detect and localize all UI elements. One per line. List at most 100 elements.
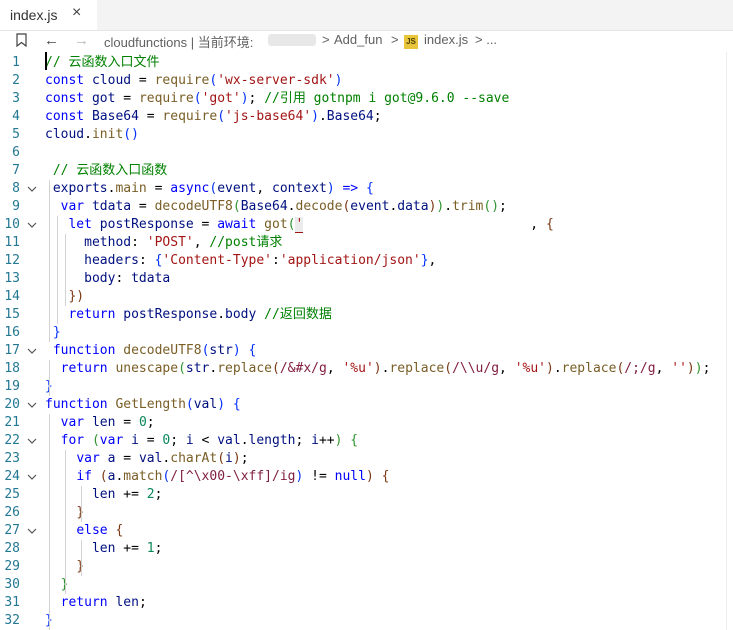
code-token: .	[287, 199, 296, 214]
close-icon[interactable]: ×	[72, 4, 81, 22]
line-number: 3	[12, 91, 20, 106]
code-line[interactable]: 8 exports.main = async(event, context) =…	[0, 180, 733, 198]
code-line[interactable]: 11 method: 'POST', //post请求	[0, 234, 733, 252]
code-line[interactable]: 13 body: tdata	[0, 270, 733, 288]
code-line[interactable]: 19}	[0, 378, 733, 396]
code-token: ;	[702, 361, 711, 376]
code-line[interactable]: 29 }	[0, 558, 733, 576]
code-token: .	[318, 109, 327, 124]
code-line[interactable]: 18 return unescape(str.replace(/&#x/g, '…	[0, 360, 733, 378]
code-token: =	[131, 73, 155, 88]
line-number: 8	[12, 181, 20, 196]
line-number: 20	[4, 397, 20, 412]
code-token: i	[131, 433, 139, 448]
breadcrumb-file[interactable]: index.js	[424, 32, 468, 47]
code-token: replace	[561, 361, 617, 376]
code-line[interactable]: 22 for (var i = 0; i < val.length; i++) …	[0, 432, 733, 450]
code-line[interactable]: 31 return len;	[0, 594, 733, 612]
line-number: 11	[4, 235, 20, 250]
code-line[interactable]: 10 let postResponse = await got(' , {	[0, 216, 733, 234]
tab-index-js[interactable]: index.js ×	[0, 0, 97, 30]
code-token: 'POST'	[146, 235, 194, 250]
code-token: // 云函数入口函数	[45, 163, 168, 178]
code-token: {	[232, 397, 241, 412]
code-token: for	[60, 433, 92, 448]
code-line[interactable]: 1 // 云函数入口文件	[0, 54, 733, 72]
code-line[interactable]: 21 var len = 0;	[0, 414, 733, 432]
code-token: var	[60, 415, 92, 430]
code-line[interactable]: 20 function GetLength(val) {	[0, 396, 733, 414]
code-token: await	[217, 217, 265, 232]
bookmark-icon[interactable]	[16, 33, 27, 50]
line-number: 6	[12, 145, 20, 160]
code-line[interactable]: 28 len += 1;	[0, 540, 733, 558]
code-text: const got = require('got'); //引用 gotnpm …	[45, 90, 509, 108]
code-token: val	[217, 433, 241, 448]
code-text: function GetLength(val) {	[45, 396, 241, 414]
code-line[interactable]: 14 })	[0, 288, 733, 306]
tab-label: index.js	[10, 7, 58, 23]
code-token: ;	[154, 487, 163, 502]
code-token: null	[334, 469, 366, 484]
code-token: var	[76, 451, 108, 466]
code-token: =	[131, 199, 155, 214]
code-line[interactable]: 4 const Base64 = require('js-base64').Bas…	[0, 108, 733, 126]
code-token: init	[91, 127, 124, 142]
code-token: .	[217, 307, 226, 322]
code-line[interactable]: 16 }	[0, 324, 733, 342]
line-number: 27	[4, 523, 20, 538]
line-number: 24	[4, 469, 20, 484]
code-token: =	[115, 415, 139, 430]
code-editor[interactable]: 1// 云函数入口文件 2 const cloud = require('wx-se…	[0, 52, 733, 630]
code-line[interactable]: 12 headers: {'Content-Type':'application…	[0, 252, 733, 270]
code-token: exports	[52, 181, 108, 196]
code-line[interactable]: 26 }	[0, 504, 733, 522]
code-text: body: tdata	[45, 270, 170, 288]
code-text: // 云函数入口函数	[45, 162, 168, 180]
code-line[interactable]: 15 return postResponse.body //返回数据	[0, 306, 733, 324]
code-line[interactable]: 24 if (a.match(/[^\x00-\xff]/ig) != null…	[0, 468, 733, 486]
code-token: ;	[138, 595, 147, 610]
code-token: event	[350, 199, 390, 214]
code-token: 1	[146, 541, 155, 556]
code-line[interactable]: 23 var a = val.charAt(i);	[0, 450, 733, 468]
code-token: .	[444, 199, 453, 214]
code-line[interactable]: 2 const cloud = require('wx-server-sdk')	[0, 72, 733, 90]
indent-guide	[81, 486, 82, 522]
code-line[interactable]: 32}	[0, 612, 733, 630]
code-line[interactable]: 25 len += 2;	[0, 486, 733, 504]
code-token: i	[311, 433, 319, 448]
breadcrumb-more[interactable]: > ...	[475, 32, 497, 47]
code-token: event	[217, 181, 257, 196]
code-text: const cloud = require('wx-server-sdk')	[45, 72, 342, 90]
code-line[interactable]: 27 else {	[0, 522, 733, 540]
code-token: body	[84, 271, 116, 286]
breadcrumb-separator: >	[391, 32, 399, 47]
code-token: )	[217, 397, 226, 412]
code-token: (	[91, 433, 100, 448]
code-token: postResponse	[99, 217, 194, 232]
code-line[interactable]: 6	[0, 144, 733, 162]
code-token: ,	[499, 361, 515, 376]
code-token: len	[91, 487, 116, 502]
code-token: {	[115, 523, 124, 538]
code-line[interactable]: 9 var tdata = decodeUTF8(Base64.decode(e…	[0, 198, 733, 216]
code-line[interactable]: 5 cloud.init()	[0, 126, 733, 144]
code-line[interactable]: 7 // 云函数入口函数	[0, 162, 733, 180]
code-token: return	[68, 307, 124, 322]
breadcrumb-path-root[interactable]: cloudfunctions | 当前环境:	[104, 32, 253, 51]
breadcrumb-folder[interactable]: Add_fun	[334, 32, 382, 47]
code-token: tdata	[131, 271, 171, 286]
forward-arrow-icon[interactable]: →	[74, 32, 89, 49]
back-arrow-icon[interactable]: ←	[44, 32, 59, 49]
code-token: .	[84, 127, 92, 142]
line-number: 13	[4, 271, 20, 286]
code-token: 'got'	[201, 91, 241, 106]
code-text: cloud.init()	[45, 126, 139, 144]
code-line[interactable]: 17 function decodeUTF8(str) {	[0, 342, 733, 360]
code-line[interactable]: 3 const got = require('got'); //引用 gotnpm…	[0, 90, 733, 108]
code-line[interactable]: 30 }	[0, 576, 733, 594]
